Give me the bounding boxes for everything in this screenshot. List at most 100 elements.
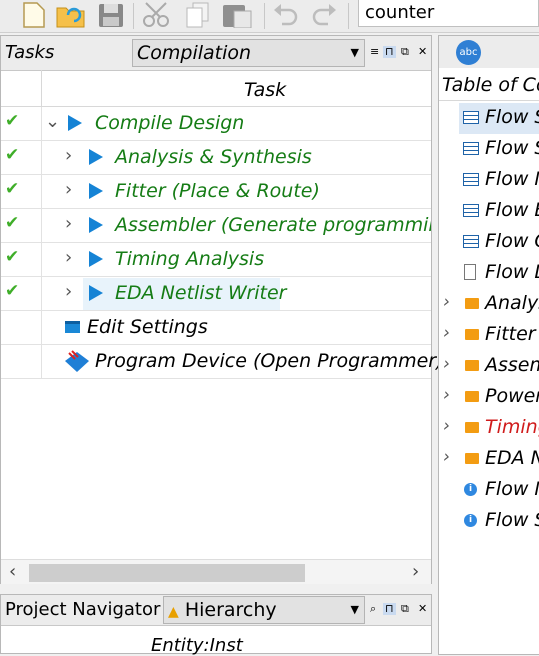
toc-item-label: Assem	[485, 354, 539, 376]
task-row-program-device[interactable]: Program Device (Open Programmer)	[1, 345, 444, 379]
task-column-header[interactable]: Task	[1, 70, 431, 107]
toc-item-flow-summary[interactable]: Flow S	[459, 103, 539, 134]
toc-item-label: Flow M	[485, 478, 539, 500]
navigator-view-value: Hierarchy	[184, 599, 277, 621]
chevron-right-icon[interactable]: ›	[65, 213, 72, 234]
play-icon[interactable]	[89, 149, 103, 165]
settings-icon	[65, 321, 80, 333]
toc-item-assembler[interactable]: › Assem	[439, 351, 539, 382]
chevron-right-icon[interactable]: ›	[65, 247, 72, 268]
pin-icon[interactable]: ⊓	[383, 46, 396, 58]
toc-item-label: Flow L	[485, 261, 539, 283]
float-icon[interactable]: ⧉	[401, 603, 409, 615]
scrollbar-thumb[interactable]	[29, 564, 305, 582]
task-row-timing-analysis[interactable]: ✔ › Timing Analysis	[1, 243, 431, 277]
scroll-left-icon[interactable]: ‹	[9, 561, 16, 582]
horizontal-scrollbar[interactable]: ‹ ›	[1, 559, 431, 584]
menu-icon[interactable]: ≡	[370, 46, 379, 58]
pin-icon[interactable]: ⊓	[383, 603, 396, 615]
chevron-right-icon[interactable]: ›	[443, 416, 450, 436]
task-label: Fitter (Place & Route)	[115, 180, 320, 202]
play-icon[interactable]	[89, 183, 103, 199]
folder-icon	[465, 391, 479, 402]
toc-item-label: Timing	[485, 416, 539, 438]
open-folder-icon[interactable]	[56, 2, 86, 28]
toc-item-label: Flow S	[485, 509, 539, 531]
search-icon[interactable]: ⌕	[370, 603, 376, 615]
task-row-eda-netlist-writer[interactable]: ✔ › EDA Netlist Writer	[1, 277, 431, 311]
chevron-right-icon[interactable]: ›	[443, 354, 450, 374]
close-icon[interactable]: ✕	[418, 603, 427, 615]
task-label: EDA Netlist Writer	[115, 282, 287, 304]
chevron-right-icon[interactable]: ›	[443, 292, 450, 312]
save-icon[interactable]	[98, 2, 124, 28]
project-name-field[interactable]: counter	[358, 0, 539, 27]
scroll-right-icon[interactable]: ›	[412, 561, 419, 582]
toc-item-timing[interactable]: › Timing	[439, 413, 539, 444]
status-cell	[1, 345, 42, 378]
play-icon[interactable]	[89, 217, 103, 233]
flow-select[interactable]: Compilation ▼	[132, 39, 365, 67]
float-icon[interactable]: ⧉	[401, 46, 409, 58]
toolbar-separator	[348, 3, 349, 29]
task-label: Timing Analysis	[115, 248, 265, 270]
toc-item-analysis[interactable]: › Analys	[439, 289, 539, 320]
checkmark-icon: ✔	[5, 213, 20, 233]
chevron-right-icon[interactable]: ›	[65, 179, 72, 200]
paste-icon[interactable]	[221, 2, 253, 28]
toc-item-label: Flow S	[485, 137, 539, 159]
toc-item-flow-os[interactable]: Flow O	[439, 227, 539, 258]
document-icon	[464, 264, 476, 280]
task-row-analysis-synthesis[interactable]: ✔ › Analysis & Synthesis	[1, 141, 431, 175]
toc-item-flow-messages[interactable]: i Flow M	[439, 475, 539, 506]
toc-item-label: Fitter	[485, 323, 536, 345]
checkmark-icon: ✔	[5, 111, 20, 131]
play-icon[interactable]	[89, 251, 103, 267]
chevron-right-icon[interactable]: ›	[443, 385, 450, 405]
navigator-view-select[interactable]: ▲ Hierarchy ▼	[163, 596, 365, 624]
toc-item-power[interactable]: › Power	[439, 382, 539, 413]
chevron-right-icon[interactable]: ›	[65, 145, 72, 166]
dropdown-arrow-icon: ▼	[350, 46, 359, 59]
new-file-icon[interactable]	[22, 2, 46, 28]
play-icon[interactable]	[89, 285, 103, 301]
chevron-right-icon[interactable]: ›	[443, 447, 450, 467]
chevron-right-icon[interactable]: ›	[65, 281, 72, 302]
redo-icon[interactable]	[310, 2, 338, 28]
folder-icon	[465, 329, 479, 340]
chevron-down-icon[interactable]: ⌄	[45, 111, 60, 132]
toc-item-flow-settings[interactable]: Flow S	[439, 134, 539, 165]
tasks-panel-header: Tasks Compilation ▼ ≡ ⊓ ⧉ ✕	[1, 36, 431, 71]
toc-item-fitter[interactable]: › Fitter	[439, 320, 539, 351]
status-cell: ✔	[1, 209, 42, 242]
toc-item-flow-non-default[interactable]: Flow N	[439, 165, 539, 196]
toc-item-label: Power	[485, 385, 539, 407]
undo-icon[interactable]	[272, 2, 300, 28]
toc-item-flow-suppressed[interactable]: i Flow S	[439, 506, 539, 537]
toc-item-flow-log[interactable]: Flow L	[439, 258, 539, 289]
toc-list: Flow S Flow S Flow N Flow E Flow O Flow …	[439, 103, 539, 537]
cut-icon[interactable]	[142, 2, 174, 28]
toc-item-flow-elapsed[interactable]: Flow E	[439, 196, 539, 227]
main-toolbar: counter	[0, 0, 539, 33]
task-row-assembler[interactable]: ✔ › Assembler (Generate programming	[1, 209, 431, 243]
task-row-edit-settings[interactable]: Edit Settings	[1, 311, 431, 345]
folder-icon	[465, 298, 479, 309]
status-cell: ✔	[1, 175, 42, 208]
table-icon	[463, 235, 479, 248]
play-icon[interactable]	[68, 115, 82, 131]
toolbar-separator	[133, 3, 134, 29]
folder-icon	[465, 453, 479, 464]
task-row-compile-design[interactable]: ✔ ⌄ Compile Design	[1, 107, 431, 141]
toc-item-eda-netlist[interactable]: › EDA N	[439, 444, 539, 475]
navigator-panel-title: Project Navigator	[5, 599, 161, 620]
chevron-right-icon[interactable]: ›	[443, 323, 450, 343]
toc-header[interactable]: Table of Co	[439, 71, 539, 101]
toc-item-label: Flow O	[485, 230, 539, 252]
copy-icon[interactable]	[184, 2, 210, 28]
close-icon[interactable]: ✕	[418, 46, 427, 58]
report-tab-icon[interactable]: abc	[456, 40, 481, 65]
dropdown-arrow-icon: ▼	[350, 603, 359, 616]
task-row-fitter[interactable]: ✔ › Fitter (Place & Route)	[1, 175, 431, 209]
programmer-icon	[65, 350, 89, 372]
